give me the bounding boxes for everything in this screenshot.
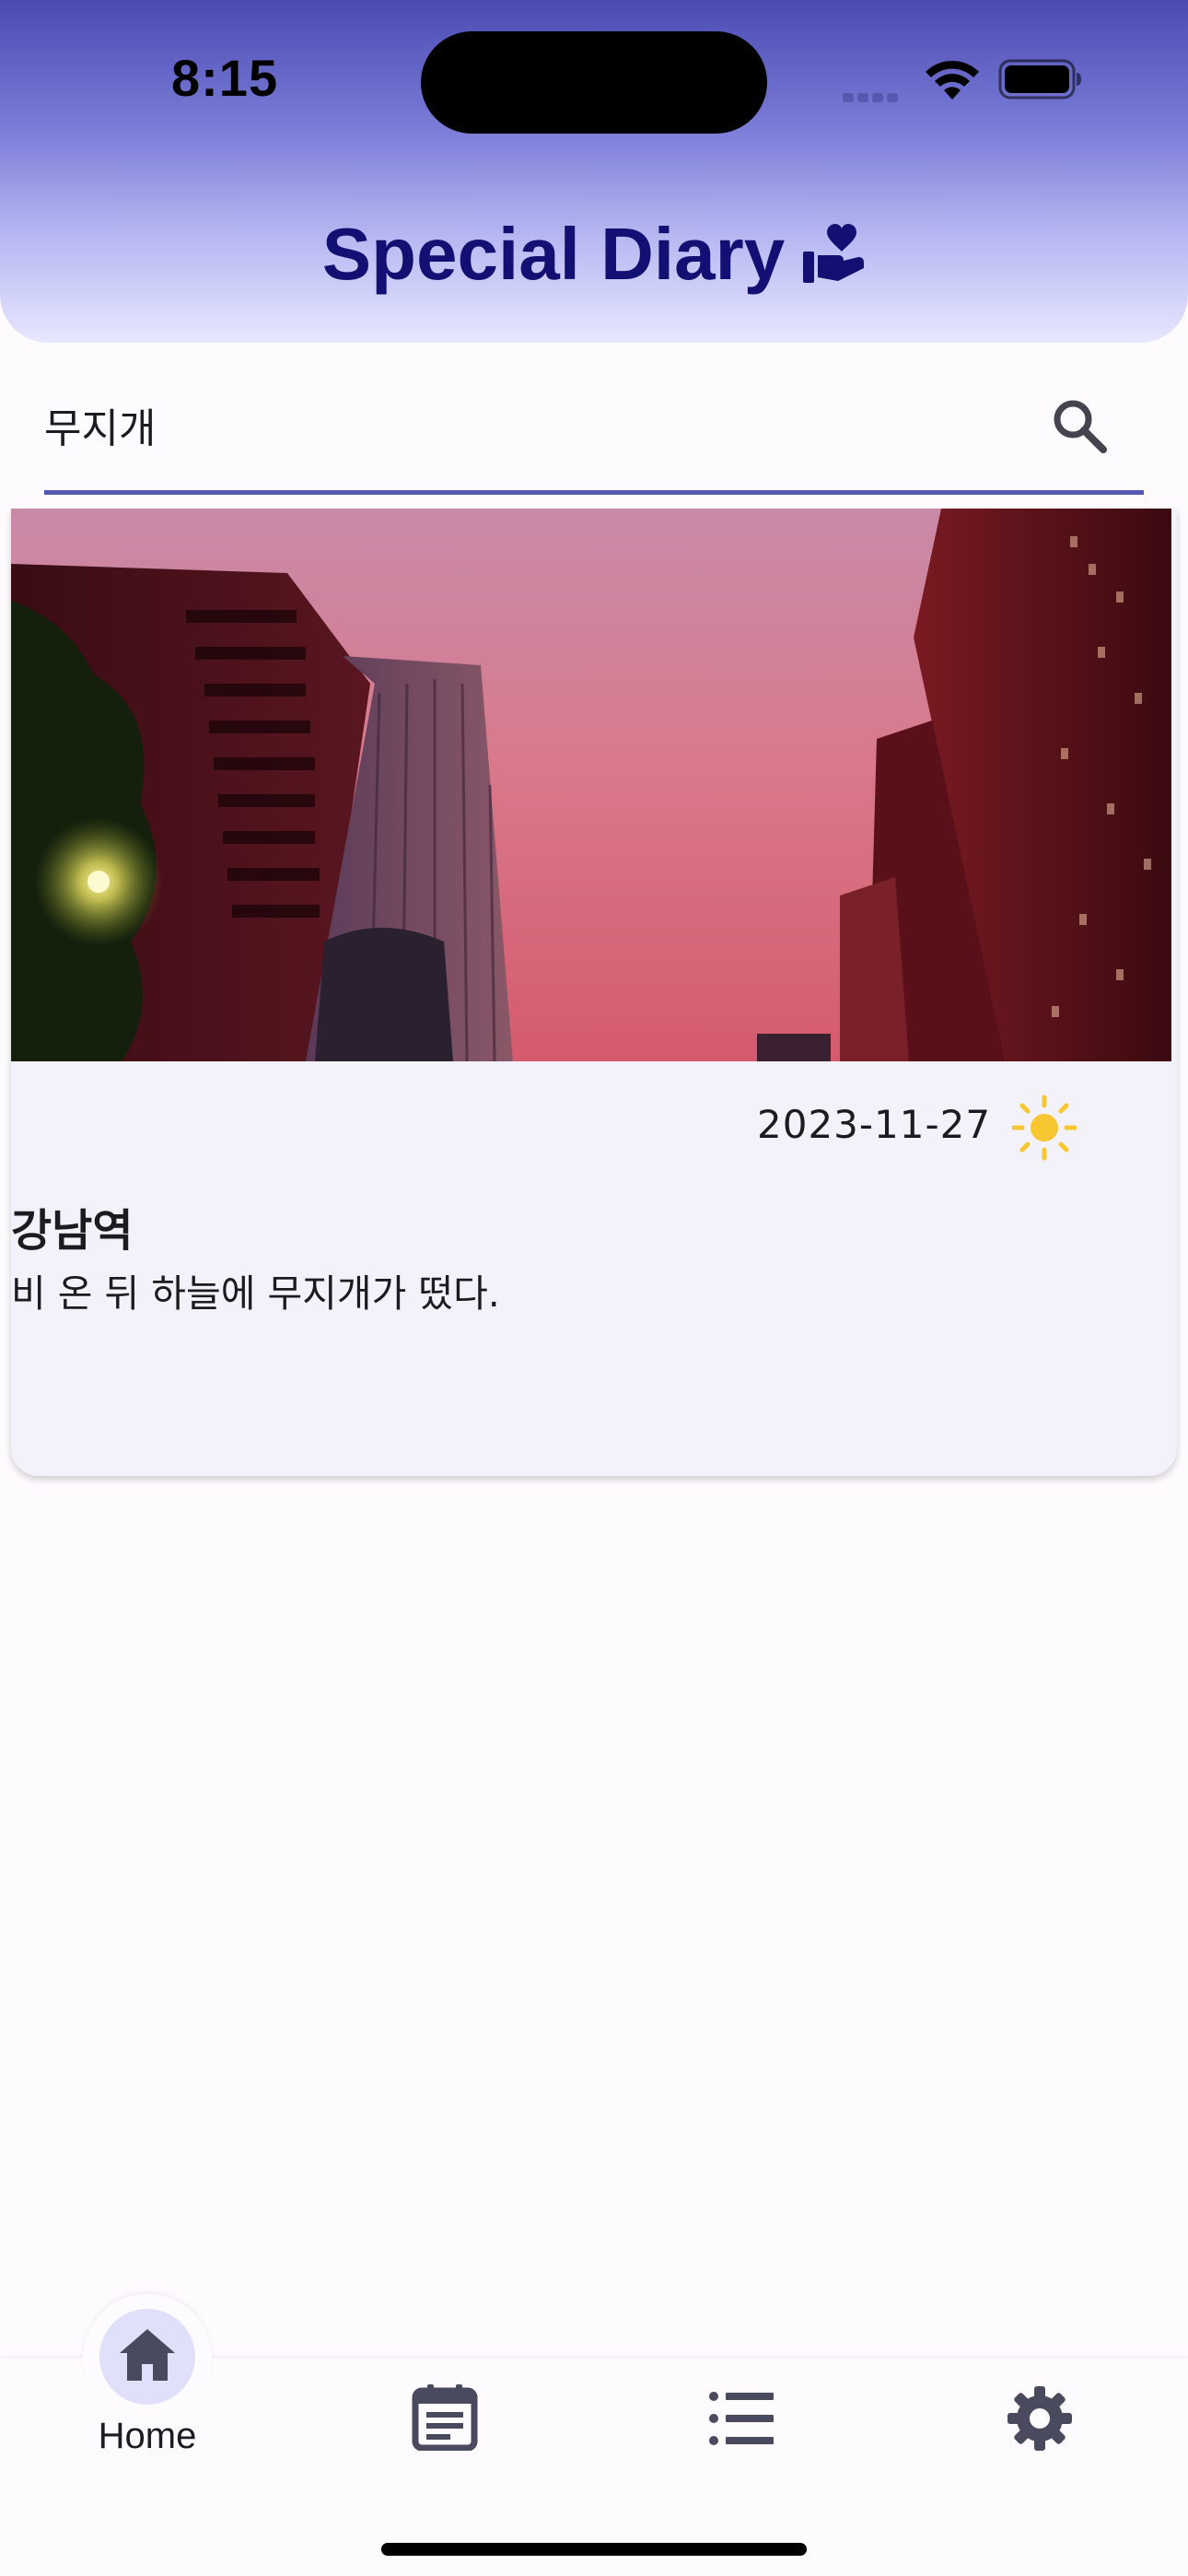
search-bar (44, 369, 1144, 495)
dynamic-island (421, 31, 767, 134)
status-time: 8:15 (171, 49, 279, 107)
search-icon[interactable] (1048, 394, 1112, 459)
nav-tab-list[interactable] (707, 2388, 775, 2449)
calendar-note-icon (412, 2384, 478, 2452)
nav-tab-diary[interactable] (411, 2383, 479, 2452)
sun-icon (1011, 1095, 1077, 1161)
battery-icon (998, 59, 1081, 100)
list-icon (709, 2392, 774, 2445)
entry-title: 강남역 (11, 1205, 134, 1257)
home-icon (120, 2329, 175, 2381)
volunteer-activism-icon (803, 224, 865, 283)
cellular-signal-icon (843, 88, 905, 102)
page-title: Special Diary (321, 213, 786, 295)
app-header: 8:15 Special Diary (0, 0, 1188, 343)
entry-date: 2023-11-27 (757, 1102, 992, 1147)
nav-tab-settings[interactable] (1006, 2384, 1074, 2453)
gear-icon (1007, 2386, 1072, 2451)
entry-body: 비 온 뒤 하늘에 무지개가 떴다. (11, 1271, 500, 1316)
nav-label-home: Home (98, 2416, 197, 2456)
diary-entry-card[interactable]: 2023-11-27 강남역 비 온 뒤 하늘에 무지개가 떴다. (11, 509, 1177, 1476)
nav-tab-home[interactable]: Home (74, 2303, 221, 2469)
entry-photo (11, 509, 1171, 1061)
app-title-wrap: Special Diary (0, 210, 1188, 299)
wifi-icon (926, 60, 979, 100)
search-input[interactable] (44, 383, 1011, 466)
home-indicator-bar[interactable] (381, 2543, 807, 2556)
